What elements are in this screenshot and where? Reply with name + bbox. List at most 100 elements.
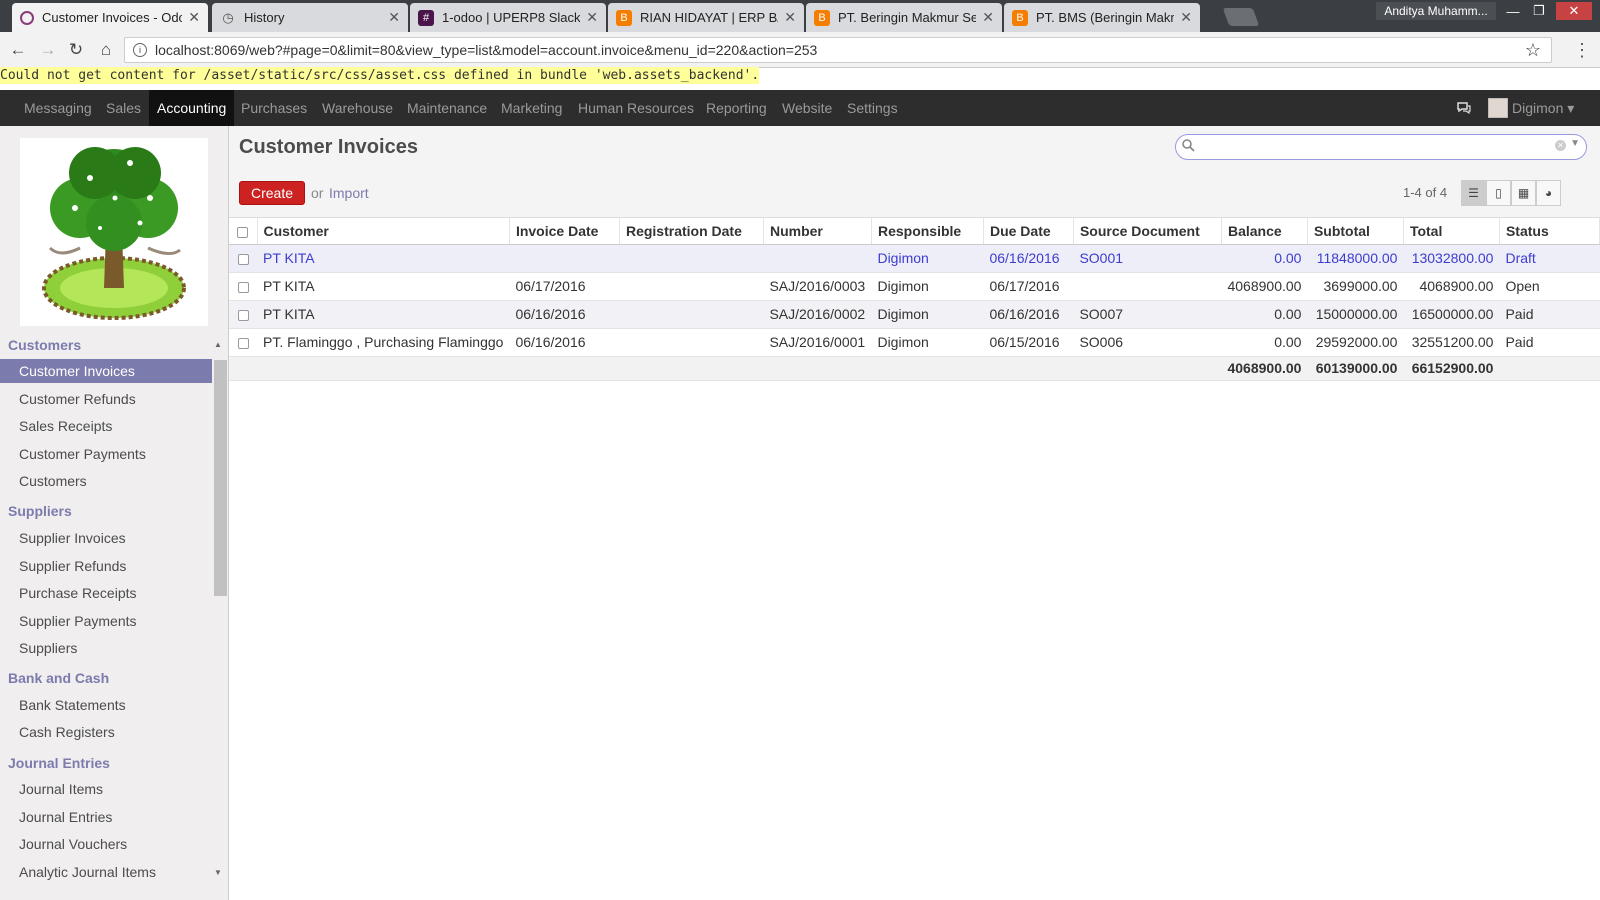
column-registration-date[interactable]: Registration Date <box>619 218 764 245</box>
sidebar-item-supplier-invoices[interactable]: Supplier Invoices <box>0 526 212 550</box>
home-icon[interactable]: ⌂ <box>94 38 118 62</box>
column-status[interactable]: Status <box>1499 218 1600 245</box>
browser-menu-icon[interactable]: ⋮ <box>1573 38 1591 62</box>
sidebar-item-purchase-receipts[interactable]: Purchase Receipts <box>0 581 212 605</box>
sidebar-item-cash-registers[interactable]: Cash Registers <box>0 720 212 744</box>
sidebar-item-sales-receipts[interactable]: Sales Receipts <box>0 414 212 438</box>
column-customer[interactable]: Customer <box>257 218 510 245</box>
user-menu[interactable]: Digimon ▾ <box>1512 90 1574 126</box>
table-row[interactable]: PT KITA 06/16/2016 SAJ/2016/0002 Digimon… <box>229 300 1600 329</box>
sidebar-item-journal-items[interactable]: Journal Items <box>0 777 212 801</box>
back-icon[interactable]: ← <box>6 38 30 62</box>
sidebar-item-analytic-journal-items[interactable]: Analytic Journal Items <box>0 860 212 884</box>
sidebar-item-supplier-refunds[interactable]: Supplier Refunds <box>0 554 212 578</box>
cell-number: SAJ/2016/0002 <box>763 300 872 329</box>
sidebar-item-supplier-payments[interactable]: Supplier Payments <box>0 609 212 633</box>
menu-reporting[interactable]: Reporting <box>698 90 775 126</box>
table-row[interactable]: PT KITA 06/17/2016 SAJ/2016/0003 Digimon… <box>229 272 1600 301</box>
forward-icon[interactable]: → <box>36 38 60 62</box>
column-balance[interactable]: Balance <box>1221 218 1308 245</box>
close-icon[interactable]: ✕ <box>586 9 598 26</box>
totals-row: 4068900.00 60139000.00 66152900.00 <box>229 355 1600 381</box>
close-icon[interactable]: ✕ <box>982 9 994 26</box>
search-options-icon[interactable]: ▼ <box>1570 138 1580 149</box>
close-icon[interactable]: ✕ <box>1180 9 1192 26</box>
column-source-document[interactable]: Source Document <box>1073 218 1222 245</box>
reload-icon[interactable]: ↻ <box>64 38 88 62</box>
sidebar-item-journal-vouchers[interactable]: Journal Vouchers <box>0 832 212 856</box>
graph-view-icon[interactable]: ◕ <box>1536 180 1561 206</box>
row-checkbox[interactable] <box>229 244 257 273</box>
table-row[interactable]: PT. Flaminggo , Purchasing Flaminggo 06/… <box>229 328 1600 357</box>
menu-marketing[interactable]: Marketing <box>493 90 570 126</box>
asset-error-message: Could not get content for /asset/static/… <box>0 67 1600 90</box>
restore-icon[interactable]: ❐ <box>1526 2 1552 20</box>
column-due-date[interactable]: Due Date <box>983 218 1074 245</box>
cell-total: 13032800.00 <box>1403 244 1500 273</box>
avatar[interactable] <box>1488 98 1508 118</box>
sidebar-item-customer-invoices[interactable]: Customer Invoices <box>0 359 212 383</box>
close-icon[interactable]: ✕ <box>388 9 400 26</box>
menu-warehouse[interactable]: Warehouse <box>314 90 401 126</box>
list-view-icon[interactable]: ☰ <box>1461 180 1486 206</box>
sidebar-item-suppliers[interactable]: Suppliers <box>0 636 212 660</box>
view-switcher: ☰ ▯ ▦ ◕ <box>1461 180 1561 206</box>
menu-accounting[interactable]: Accounting <box>149 90 235 126</box>
cell-subtotal: 3699000.00 <box>1307 272 1404 301</box>
sidebar-scrollbar-thumb[interactable] <box>214 360 227 596</box>
menu-sales[interactable]: Sales <box>98 90 149 126</box>
column-number[interactable]: Number <box>763 218 872 245</box>
column-responsible[interactable]: Responsible <box>871 218 984 245</box>
total-balance: 4068900.00 <box>1221 355 1308 381</box>
search-input[interactable]: ✕ ▼ <box>1175 134 1587 160</box>
cell-balance: 0.00 <box>1221 300 1308 329</box>
minimize-icon[interactable]: — <box>1500 2 1526 20</box>
clear-search-icon[interactable]: ✕ <box>1555 140 1566 151</box>
sidebar-item-customer-payments[interactable]: Customer Payments <box>0 442 212 466</box>
menu-settings[interactable]: Settings <box>839 90 906 126</box>
select-all-checkbox[interactable] <box>229 218 258 245</box>
sidebar-item-bank-statements[interactable]: Bank Statements <box>0 693 212 717</box>
cell-registration-date <box>619 272 764 301</box>
chat-icon[interactable] <box>1456 100 1472 116</box>
import-link[interactable]: Import <box>329 185 369 201</box>
pager-value[interactable]: 1-4 of 4 <box>1403 185 1447 200</box>
browser-tab-history[interactable]: ◷ History ✕ <box>212 3 408 32</box>
menu-maintenance[interactable]: Maintenance <box>399 90 495 126</box>
create-button[interactable]: Create <box>239 181 305 205</box>
table-row[interactable]: PT KITA Digimon 06/16/2016 SO001 0.00 11… <box>229 244 1600 273</box>
menu-human-resources[interactable]: Human Resources <box>570 90 702 126</box>
calendar-view-icon[interactable]: ▦ <box>1511 180 1536 206</box>
browser-tab-slack[interactable]: # 1-odoo | UPERP8 Slack ✕ <box>410 3 606 32</box>
close-icon[interactable]: ✕ <box>188 9 200 26</box>
scroll-down-icon[interactable]: ▼ <box>214 868 222 877</box>
browser-tab-rian[interactable]: B RIAN HIDAYAT | ERP BATO ✕ <box>608 3 804 32</box>
column-subtotal[interactable]: Subtotal <box>1307 218 1404 245</box>
form-view-icon[interactable]: ▯ <box>1486 180 1511 206</box>
close-icon[interactable]: ✕ <box>784 9 796 26</box>
column-total[interactable]: Total <box>1403 218 1500 245</box>
cell-due-date: 06/17/2016 <box>983 272 1074 301</box>
info-icon[interactable]: i <box>133 43 147 57</box>
menu-messaging[interactable]: Messaging <box>16 90 100 126</box>
cell-source: SO006 <box>1073 328 1222 357</box>
browser-tab-beringin[interactable]: B PT. Beringin Makmur Sedaya ✕ <box>806 3 1002 32</box>
menu-website[interactable]: Website <box>774 90 840 126</box>
cell-registration-date <box>619 300 764 329</box>
browser-tab-odoo[interactable]: Customer Invoices - Odoo ✕ <box>12 3 208 32</box>
window-close-icon[interactable]: ✕ <box>1556 2 1592 20</box>
sidebar-item-customer-refunds[interactable]: Customer Refunds <box>0 387 212 411</box>
browser-tab-bms[interactable]: B PT. BMS (Beringin Makmur ✕ <box>1004 3 1200 32</box>
url-field[interactable]: i localhost:8069/web?#page=0&limit=80&vi… <box>124 37 1552 63</box>
row-checkbox[interactable] <box>229 300 257 329</box>
profile-name[interactable]: Anditya Muhamm... <box>1376 2 1496 20</box>
new-tab-button[interactable] <box>1222 8 1260 26</box>
scroll-up-icon[interactable]: ▲ <box>214 340 222 349</box>
menu-purchases[interactable]: Purchases <box>233 90 315 126</box>
bookmark-star-icon[interactable]: ☆ <box>1525 40 1541 61</box>
sidebar-item-journal-entries[interactable]: Journal Entries <box>0 805 212 829</box>
sidebar-item-customers[interactable]: Customers <box>0 469 212 493</box>
row-checkbox[interactable] <box>229 272 257 301</box>
column-invoice-date[interactable]: Invoice Date <box>509 218 620 245</box>
row-checkbox[interactable] <box>229 328 257 357</box>
